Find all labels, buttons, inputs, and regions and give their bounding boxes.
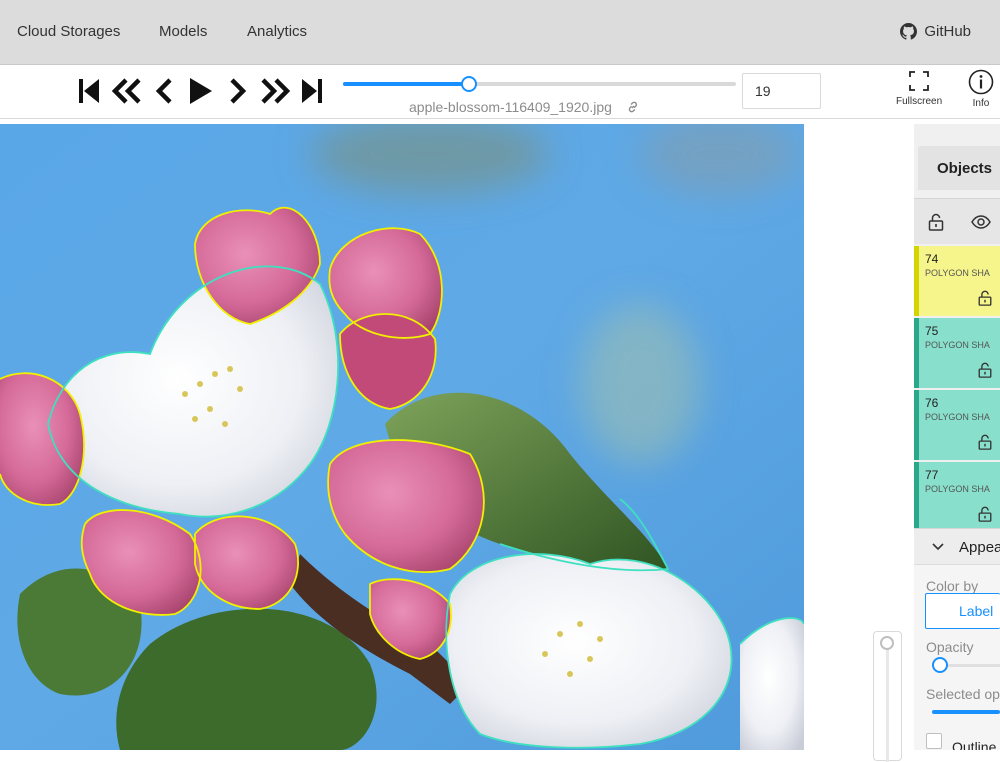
flower-edge-right bbox=[740, 618, 804, 750]
object-type: POLYGON SHA bbox=[925, 268, 990, 278]
object-type: POLYGON SHA bbox=[925, 484, 990, 494]
lock-icon[interactable] bbox=[977, 434, 993, 450]
outline-checkbox[interactable] bbox=[926, 733, 942, 749]
next-button[interactable] bbox=[226, 75, 250, 107]
object-item-75[interactable]: 75 POLYGON SHA bbox=[914, 318, 1000, 388]
object-id: 77 bbox=[925, 468, 939, 482]
frame-slider-thumb[interactable] bbox=[460, 76, 477, 92]
first-frame-icon bbox=[79, 79, 99, 103]
selected-opacity-label: Selected op bbox=[926, 686, 1000, 702]
eye-icon[interactable] bbox=[971, 214, 991, 230]
fullscreen-button[interactable]: Fullscreen bbox=[896, 69, 942, 107]
vertical-zoom-slider[interactable] bbox=[873, 631, 902, 762]
object-id: 74 bbox=[925, 252, 939, 266]
chevron-down-icon bbox=[932, 543, 944, 551]
object-item-74[interactable]: 74 POLYGON SHA bbox=[914, 246, 1000, 316]
previous-button[interactable] bbox=[152, 75, 176, 107]
object-item-76[interactable]: 76 POLYGON SHA bbox=[914, 390, 1000, 460]
color-by-label-button[interactable]: Label bbox=[925, 593, 1000, 629]
next-icon bbox=[230, 78, 247, 104]
top-navigation: Cloud Storages Models Analytics GitHub bbox=[0, 0, 1000, 65]
frame-slider-fill bbox=[343, 82, 469, 86]
nav-analytics[interactable]: Analytics bbox=[247, 23, 307, 40]
object-id: 76 bbox=[925, 396, 939, 410]
github-icon bbox=[900, 23, 918, 40]
appearance-title: Appea bbox=[959, 539, 1000, 556]
opacity-slider-thumb[interactable] bbox=[932, 657, 948, 673]
fast-backward-button[interactable] bbox=[110, 75, 144, 107]
unlock-all-icon[interactable] bbox=[927, 213, 945, 231]
info-icon bbox=[968, 69, 994, 95]
last-frame-icon bbox=[302, 79, 322, 103]
object-id: 75 bbox=[925, 324, 939, 338]
tab-objects-label: Objects bbox=[937, 160, 993, 177]
vertical-slider-thumb[interactable] bbox=[880, 636, 894, 650]
fast-forward-button[interactable] bbox=[258, 75, 292, 107]
play-button[interactable] bbox=[187, 75, 215, 107]
appearance-panel: Appea Color by Opacity Selected op Outli… bbox=[914, 528, 1000, 750]
objects-header-controls bbox=[914, 198, 1000, 244]
frame-slider[interactable] bbox=[343, 76, 736, 92]
last-frame-button[interactable] bbox=[299, 75, 325, 107]
object-type: POLYGON SHA bbox=[925, 412, 990, 422]
github-label: GitHub bbox=[924, 23, 971, 40]
color-by-label-text: Label bbox=[959, 603, 994, 619]
play-icon bbox=[190, 78, 212, 104]
fullscreen-icon bbox=[909, 71, 929, 91]
lock-icon[interactable] bbox=[977, 362, 993, 378]
nav-cloud-storages[interactable]: Cloud Storages bbox=[17, 23, 120, 40]
outline-label: Outline bbox=[952, 739, 997, 750]
object-item-77[interactable]: 77 POLYGON SHA bbox=[914, 462, 1000, 532]
fullscreen-label: Fullscreen bbox=[896, 96, 943, 107]
link-icon[interactable] bbox=[626, 100, 640, 114]
opacity-label: Opacity bbox=[926, 639, 974, 655]
lock-icon[interactable] bbox=[977, 506, 993, 522]
filename-text: apple-blossom-116409_1920.jpg bbox=[409, 99, 612, 115]
previous-icon bbox=[155, 78, 172, 104]
github-link[interactable]: GitHub bbox=[900, 23, 971, 40]
vertical-slider-track bbox=[886, 642, 889, 762]
tab-objects[interactable]: Objects bbox=[918, 146, 1000, 190]
nav-models[interactable]: Models bbox=[159, 23, 207, 40]
object-type: POLYGON SHA bbox=[925, 340, 990, 350]
frame-number-input[interactable] bbox=[742, 73, 821, 109]
lock-icon[interactable] bbox=[977, 290, 993, 306]
annotation-canvas[interactable] bbox=[0, 124, 804, 750]
fast-backward-icon bbox=[111, 78, 141, 104]
color-by-label: Color by bbox=[926, 578, 979, 594]
fast-forward-icon bbox=[261, 78, 291, 104]
frame-filename: apple-blossom-116409_1920.jpg bbox=[409, 99, 640, 115]
info-button[interactable]: Info bbox=[968, 69, 994, 109]
first-frame-button[interactable] bbox=[76, 75, 102, 107]
appearance-header[interactable]: Appea bbox=[914, 529, 1000, 565]
image-canvas[interactable] bbox=[0, 124, 804, 750]
info-label: Info bbox=[972, 98, 990, 109]
objects-sidebar: Objects 74 POLYGON SHA 75 POLYGON SHA 76… bbox=[914, 124, 1000, 750]
selected-opacity-slider[interactable] bbox=[932, 710, 1000, 714]
